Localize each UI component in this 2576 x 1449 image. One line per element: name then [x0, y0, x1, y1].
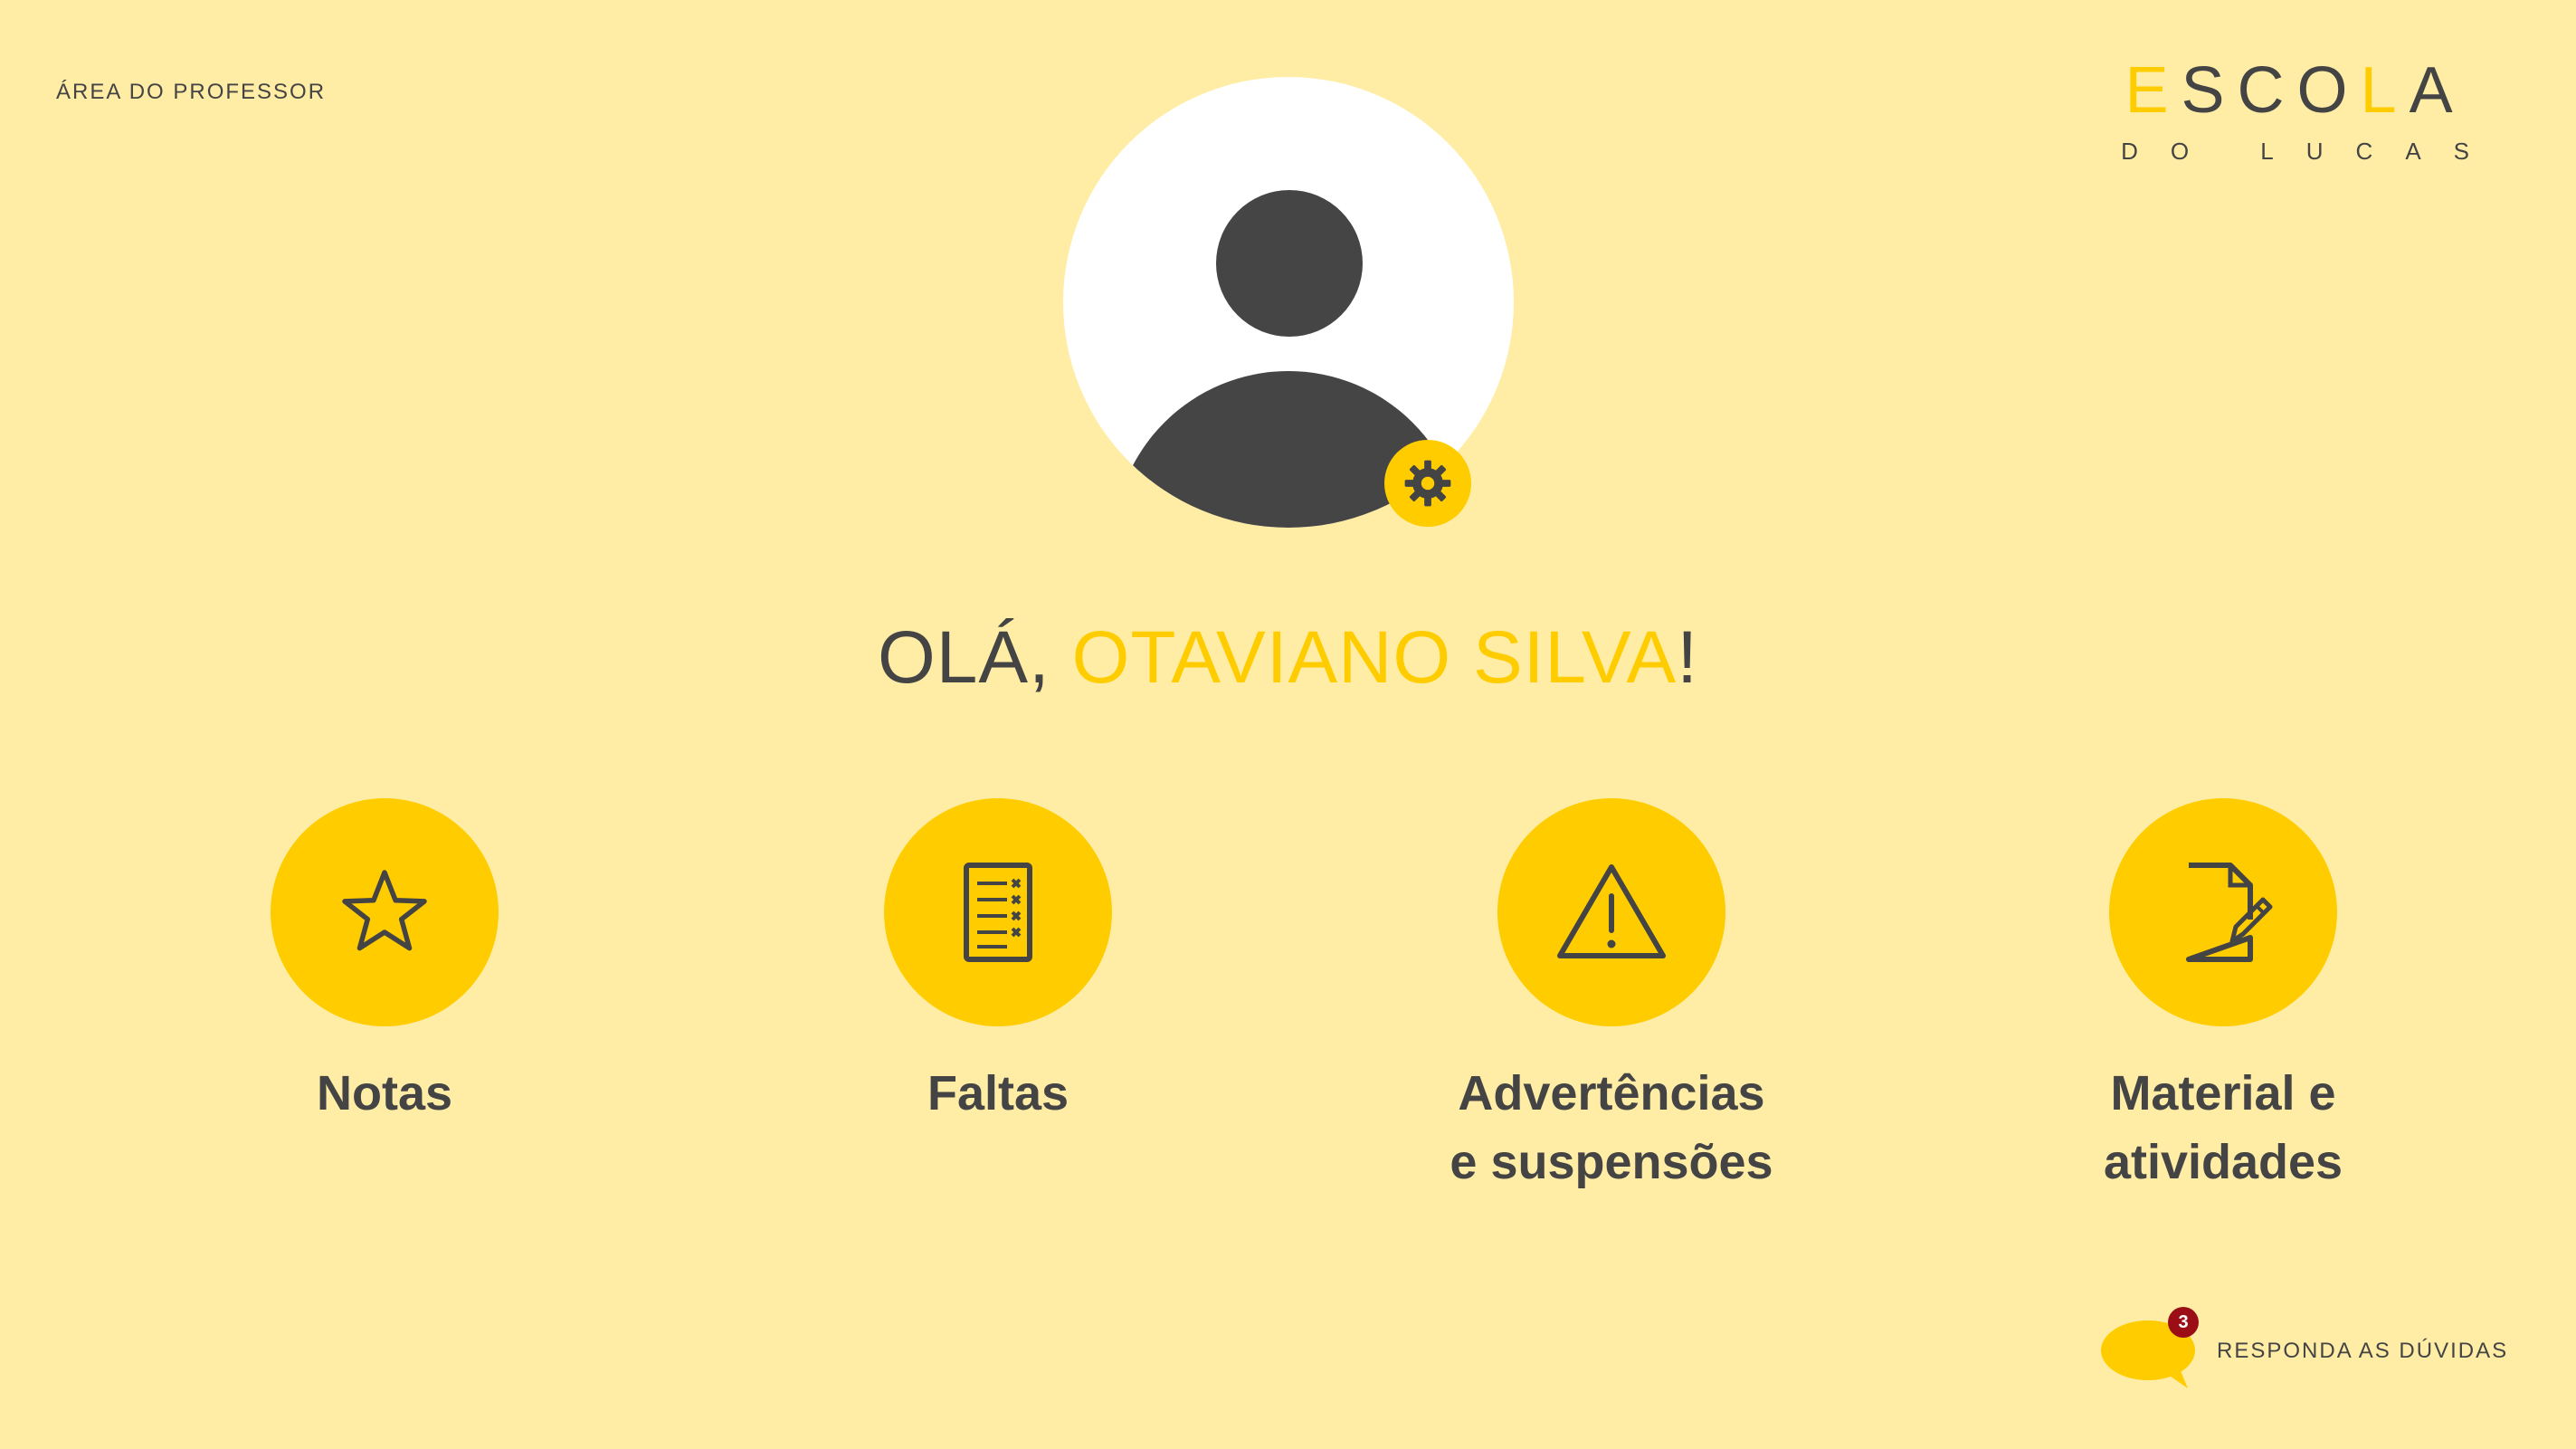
menu-circle[interactable]: [1497, 798, 1725, 1026]
menu-item-faltas[interactable]: Faltas: [772, 798, 1224, 1128]
menu-circle[interactable]: [2109, 798, 2337, 1026]
menu-circle[interactable]: [884, 798, 1112, 1026]
school-logo: ESCOLA DO LUCAS: [2088, 58, 2502, 166]
logo-subtitle: DO LUCAS: [2121, 138, 2502, 165]
help-label: RESPONDA AS DÚVIDAS: [2217, 1339, 2509, 1363]
gear-icon: [1404, 460, 1451, 507]
profile-settings-button[interactable]: [1384, 440, 1471, 527]
menu-item-notas[interactable]: Notas: [158, 798, 611, 1128]
star-icon: [342, 870, 427, 951]
menu-item-advertencias[interactable]: Advertências e suspensões: [1385, 798, 1838, 1196]
document-edit-icon: [2186, 863, 2273, 962]
avatar-head: [1216, 190, 1363, 337]
answer-questions-button[interactable]: 3 RESPONDA AS DÚVIDAS: [2101, 1307, 2509, 1390]
logo-title: ESCOLA: [2124, 54, 2466, 127]
notification-badge: 3: [2168, 1307, 2199, 1338]
area-label: ÁREA DO PROFESSOR: [56, 80, 327, 104]
menu-label: Notas: [316, 1066, 453, 1120]
menu-label: Material e atividades: [2103, 1066, 2343, 1189]
menu-item-material[interactable]: Material e atividades: [1997, 798, 2449, 1196]
greeting: OLÁ, OTAVIANO SILVA!: [877, 616, 1699, 699]
menu-circle[interactable]: [271, 798, 499, 1026]
checklist-icon: [964, 863, 1032, 962]
menu-label: Advertências e suspensões: [1450, 1066, 1773, 1189]
chat-bubble-icon: 3: [2101, 1307, 2201, 1390]
user-name: OTAVIANO SILVA: [1071, 616, 1678, 699]
menu-label: Faltas: [927, 1066, 1069, 1120]
warning-icon: [1557, 864, 1666, 958]
